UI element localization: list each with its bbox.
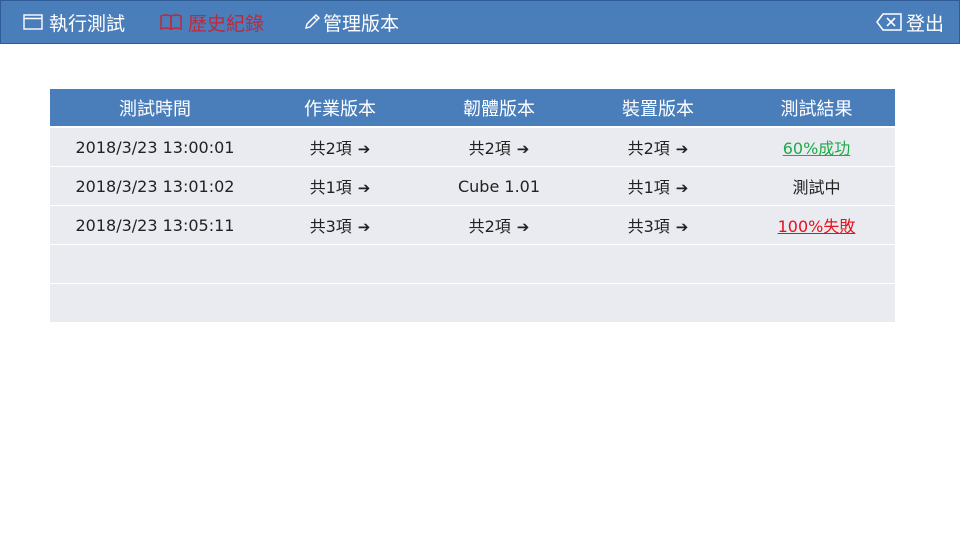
empty-table-row	[50, 283, 895, 323]
column-header-firmware-version: 韌體版本	[420, 89, 578, 128]
pencil-icon	[303, 13, 321, 31]
device-version-value: 共1項	[627, 178, 670, 197]
nav-manage-versions-label: 管理版本	[323, 12, 400, 35]
table-row: 2018/3/23 13:05:11 共3項 ➔ 共2項 ➔ 共3項 ➔ 100%失敗	[50, 205, 895, 245]
device-version-cell[interactable]: 共2項 ➔	[578, 127, 738, 167]
test-result-fail[interactable]: 100%失敗	[778, 217, 856, 236]
device-version-cell[interactable]: 共3項 ➔	[578, 205, 738, 245]
device-version-value: 共2項	[627, 139, 670, 158]
empty-cell	[260, 283, 420, 323]
arrow-right-circle-icon[interactable]: ➔	[358, 218, 371, 236]
empty-cell	[578, 244, 738, 284]
book-icon	[160, 13, 182, 31]
test-time-cell: 2018/3/23 13:00:01	[50, 127, 260, 167]
arrow-right-circle-icon[interactable]: ➔	[517, 140, 530, 158]
os-version-cell[interactable]: 共1項 ➔	[260, 166, 420, 206]
nav-run-test-label: 執行測試	[49, 12, 126, 35]
table-header-row: 測試時間 作業版本 韌體版本 裝置版本 測試結果	[50, 89, 895, 128]
column-header-device-version: 裝置版本	[578, 89, 738, 128]
test-time-cell: 2018/3/23 13:05:11	[50, 205, 260, 245]
table-row: 2018/3/23 13:00:01 共2項 ➔ 共2項 ➔ 共2項 ➔ 60%成功	[50, 127, 895, 167]
firmware-version-value: Cube 1.01	[457, 176, 541, 196]
window-icon	[23, 14, 43, 30]
test-result-cell[interactable]: 60%成功	[738, 127, 895, 167]
arrow-right-circle-icon[interactable]: ➔	[358, 179, 371, 197]
test-result-cell: 測試中	[738, 166, 895, 206]
test-result-cell[interactable]: 100%失敗	[738, 205, 895, 245]
empty-cell	[420, 283, 578, 323]
test-result-success[interactable]: 60%成功	[783, 139, 851, 158]
logout-icon	[876, 13, 902, 31]
os-version-cell[interactable]: 共3項 ➔	[260, 205, 420, 245]
os-version-value: 共3項	[309, 217, 352, 236]
empty-cell	[738, 283, 895, 323]
column-header-os-version: 作業版本	[260, 89, 420, 128]
column-header-test-result: 測試結果	[738, 89, 895, 128]
empty-table-row	[50, 244, 895, 284]
nav-history-label: 歷史紀錄	[188, 12, 265, 35]
logout-button[interactable]: 登出	[876, 1, 944, 43]
logout-label: 登出	[906, 12, 945, 35]
nav-history[interactable]: 歷史紀錄	[160, 1, 264, 43]
device-version-cell[interactable]: 共1項 ➔	[578, 166, 738, 206]
table-body: 2018/3/23 13:00:01 共2項 ➔ 共2項 ➔ 共2項 ➔ 60%成功 2018/…	[50, 127, 895, 323]
empty-cell	[578, 283, 738, 323]
nav-manage-versions[interactable]: 管理版本	[303, 1, 399, 43]
firmware-version-value: 共2項	[468, 217, 511, 236]
os-version-value: 共2項	[309, 139, 352, 158]
test-time-cell: 2018/3/23 13:01:02	[50, 166, 260, 206]
empty-cell	[50, 283, 260, 323]
arrow-right-circle-icon[interactable]: ➔	[358, 140, 371, 158]
nav-run-test[interactable]: 執行測試	[23, 1, 125, 43]
empty-cell	[50, 244, 260, 284]
device-version-value: 共3項	[627, 217, 670, 236]
firmware-version-cell: Cube 1.01	[420, 166, 578, 206]
os-version-value: 共1項	[309, 178, 352, 197]
table-row: 2018/3/23 13:01:02 共1項 ➔ Cube 1.01 共1項 ➔ 測試中	[50, 166, 895, 206]
test-result-running: 測試中	[792, 178, 841, 197]
arrow-right-circle-icon[interactable]: ➔	[676, 140, 689, 158]
top-nav-bar: 執行測試 歷史紀錄 管理版本 登出	[0, 0, 960, 44]
column-header-test-time: 測試時間	[50, 89, 260, 128]
empty-cell	[420, 244, 578, 284]
test-history-table: 測試時間 作業版本 韌體版本 裝置版本 測試結果 2018/3/23 13:00…	[50, 89, 895, 323]
firmware-version-cell[interactable]: 共2項 ➔	[420, 205, 578, 245]
firmware-version-value: 共2項	[468, 139, 511, 158]
empty-cell	[260, 244, 420, 284]
os-version-cell[interactable]: 共2項 ➔	[260, 127, 420, 167]
empty-cell	[738, 244, 895, 284]
firmware-version-cell[interactable]: 共2項 ➔	[420, 127, 578, 167]
arrow-right-circle-icon[interactable]: ➔	[517, 218, 530, 236]
arrow-right-circle-icon[interactable]: ➔	[676, 179, 689, 197]
arrow-right-circle-icon[interactable]: ➔	[676, 218, 689, 236]
